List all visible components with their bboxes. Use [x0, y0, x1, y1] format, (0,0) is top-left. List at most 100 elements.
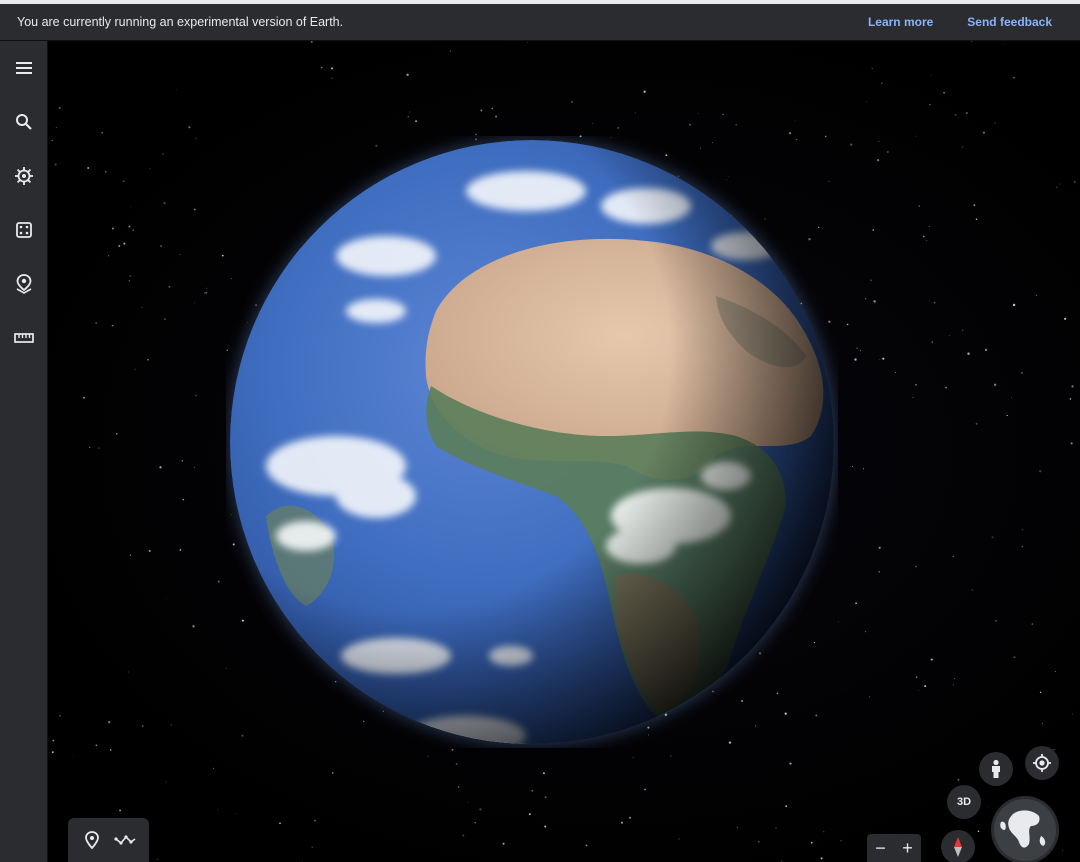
star: [182, 498, 185, 501]
star: [130, 206, 132, 208]
star: [878, 359, 880, 361]
zoom-in-button[interactable]: +: [894, 834, 921, 862]
star: [331, 67, 334, 70]
star: [462, 834, 465, 837]
star: [51, 139, 53, 142]
star: [168, 285, 171, 288]
star: [870, 279, 872, 282]
star: [118, 244, 121, 248]
star: [129, 274, 132, 278]
star: [87, 167, 90, 169]
star: [204, 292, 207, 294]
star: [531, 789, 534, 792]
send-feedback-link[interactable]: Send feedback: [967, 15, 1052, 29]
star: [427, 755, 429, 757]
overview-globe-minimap[interactable]: [991, 796, 1059, 862]
star: [194, 466, 195, 468]
measure-button[interactable]: [9, 323, 39, 353]
star: [491, 107, 494, 110]
star: [971, 589, 973, 591]
projects-button[interactable]: [9, 269, 39, 299]
star: [929, 103, 931, 106]
star: [1042, 722, 1043, 724]
feeling-lucky-button[interactable]: [9, 215, 39, 245]
menu-button[interactable]: [9, 53, 39, 83]
star: [542, 772, 545, 775]
star: [1056, 186, 1058, 188]
street-view-button[interactable]: [979, 752, 1013, 786]
star: [59, 714, 61, 717]
star: [195, 137, 197, 139]
star: [617, 127, 620, 129]
star: [58, 106, 61, 109]
star: [111, 324, 114, 327]
star: [775, 827, 777, 829]
three-d-toggle-button[interactable]: 3D: [947, 785, 981, 819]
star: [931, 341, 934, 343]
star: [234, 813, 236, 815]
star: [51, 751, 54, 754]
star: [149, 168, 151, 170]
zoom-out-button[interactable]: −: [867, 834, 894, 862]
star: [128, 225, 131, 228]
add-path-icon: [114, 835, 136, 845]
star: [104, 170, 107, 173]
star: [1003, 44, 1004, 46]
star: [871, 67, 873, 70]
star: [217, 809, 219, 811]
star: [1039, 691, 1042, 694]
star: [1069, 398, 1072, 400]
star: [878, 140, 880, 143]
star: [878, 570, 881, 573]
star: [670, 755, 672, 757]
star: [869, 696, 871, 698]
add-placemark-button[interactable]: [79, 827, 105, 853]
star: [108, 255, 110, 257]
star: [918, 690, 920, 691]
star: [479, 808, 482, 811]
star: [859, 350, 861, 352]
star: [873, 300, 876, 303]
star: [957, 778, 960, 781]
star: [141, 725, 144, 727]
star: [141, 306, 143, 309]
star: [736, 826, 738, 828]
star: [332, 772, 334, 774]
star: [54, 163, 57, 166]
star: [864, 630, 867, 633]
star: [930, 658, 933, 661]
earth-globe[interactable]: [226, 136, 838, 748]
star: [895, 371, 896, 373]
star: [206, 292, 208, 294]
learn-more-link[interactable]: Learn more: [868, 15, 933, 29]
star: [527, 42, 528, 44]
star: [810, 841, 813, 844]
experimental-banner: You are currently running an experimenta…: [0, 4, 1080, 41]
star: [697, 112, 699, 114]
star: [115, 432, 118, 435]
star: [129, 554, 131, 556]
pegman-icon: [992, 759, 1000, 778]
star: [320, 66, 323, 69]
search-button[interactable]: [9, 107, 39, 137]
star: [331, 77, 333, 79]
add-path-button[interactable]: [112, 827, 138, 853]
star: [916, 676, 918, 678]
star: [111, 227, 114, 230]
star: [544, 796, 547, 799]
my-location-button[interactable]: [1025, 746, 1059, 780]
star: [585, 844, 588, 847]
star: [206, 287, 208, 289]
star: [876, 158, 880, 162]
sidebar: [0, 41, 48, 862]
zoom-controls: − +: [867, 834, 921, 862]
star: [634, 112, 636, 114]
map-viewport[interactable]: [48, 41, 1080, 862]
star: [643, 90, 646, 93]
compass-button[interactable]: [941, 830, 975, 862]
star: [449, 50, 451, 52]
star: [310, 41, 313, 43]
star: [119, 809, 122, 812]
star: [571, 101, 573, 103]
voyager-button[interactable]: [9, 161, 39, 191]
